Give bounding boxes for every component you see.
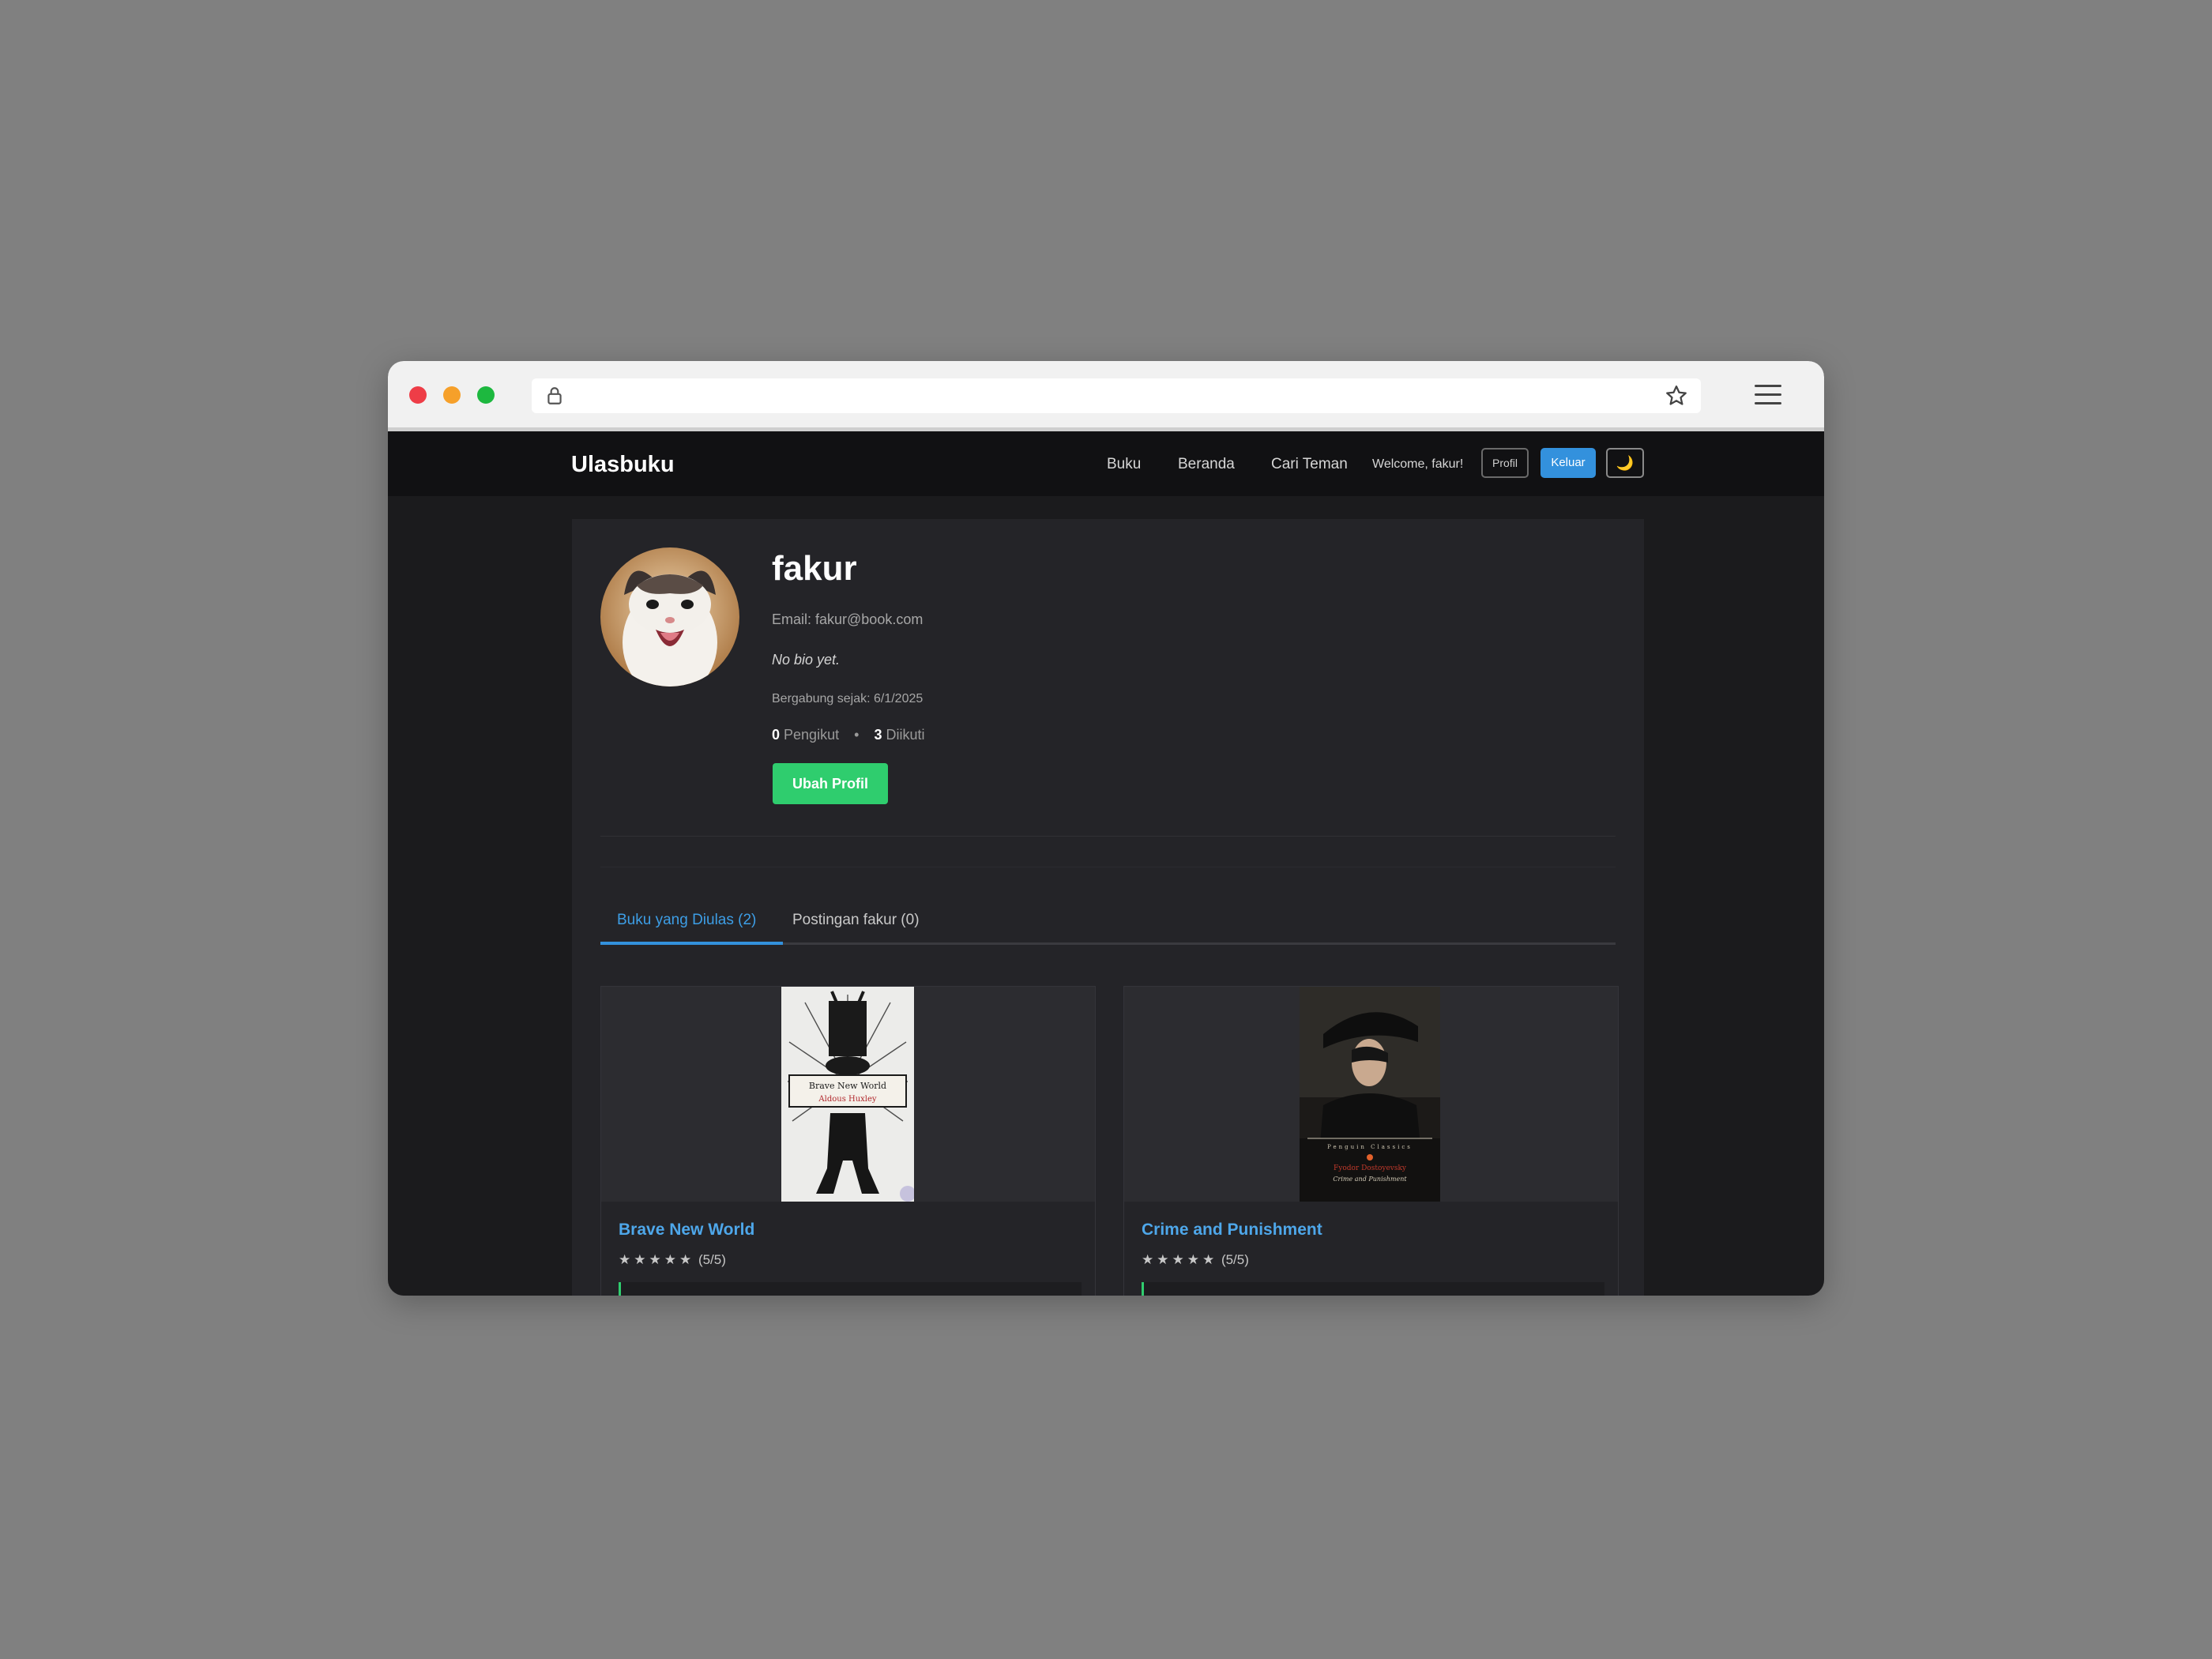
- maximize-window-button[interactable]: [477, 386, 495, 404]
- profile-joined-date: Bergabung sejak: 6/1/2025: [772, 692, 924, 705]
- top-navbar: Ulasbuku Buku Beranda Cari Teman Welcome…: [388, 431, 1824, 496]
- book-info: Crime and Punishment ★★★★★ (5/5): [1124, 1202, 1618, 1296]
- profile-bio: No bio yet.: [772, 652, 841, 668]
- star-rating-icon: ★★★★★: [619, 1252, 695, 1267]
- nav-link-cari-teman[interactable]: Cari Teman: [1271, 456, 1348, 473]
- followers-count[interactable]: 0: [772, 727, 780, 743]
- profil-button[interactable]: Profil: [1481, 448, 1529, 478]
- browser-chrome: [388, 361, 1824, 431]
- cover-title-text: Brave New World: [809, 1081, 886, 1091]
- nav-link-buku[interactable]: Buku: [1107, 456, 1141, 473]
- avatar: [600, 547, 739, 687]
- review-snippet: [1142, 1282, 1604, 1296]
- moon-icon: 🌙: [1616, 455, 1635, 471]
- review-snippet: [619, 1282, 1082, 1296]
- cover-publisher-text: Penguin Classics: [1327, 1144, 1413, 1150]
- address-bar[interactable]: [532, 378, 1701, 413]
- lock-icon: [547, 387, 562, 404]
- tab-reviewed-books[interactable]: Buku yang Diulas (2): [617, 912, 756, 929]
- book-card-brave-new-world[interactable]: Brave New World Aldous Huxley Brave New …: [600, 986, 1096, 1296]
- book-title[interactable]: Crime and Punishment: [1142, 1221, 1322, 1240]
- theme-toggle-button[interactable]: 🌙: [1606, 448, 1644, 478]
- hamburger-menu-icon[interactable]: [1755, 385, 1781, 405]
- tab-posts[interactable]: Postingan fakur (0): [792, 912, 920, 929]
- rating-text: (5/5): [1221, 1252, 1249, 1267]
- following-label[interactable]: Diikuti: [886, 727, 924, 743]
- bookmark-star-icon[interactable]: [1665, 384, 1688, 408]
- star-rating-icon: ★★★★★: [1142, 1252, 1218, 1267]
- profile-card: fakur Email: fakur@book.com No bio yet. …: [572, 519, 1644, 1296]
- brand-logo[interactable]: Ulasbuku: [571, 452, 675, 478]
- book-title[interactable]: Brave New World: [619, 1221, 754, 1240]
- nav-link-beranda[interactable]: Beranda: [1178, 456, 1235, 473]
- book-cover-image[interactable]: Brave New World Aldous Huxley: [781, 987, 914, 1202]
- following-count[interactable]: 3: [874, 727, 882, 743]
- close-window-button[interactable]: [409, 386, 427, 404]
- book-card-crime-and-punishment[interactable]: Penguin Classics Fyodor Dostoyevsky Crim…: [1123, 986, 1619, 1296]
- profile-email: Email: fakur@book.com: [772, 611, 924, 627]
- followers-label[interactable]: Pengikut: [784, 727, 839, 743]
- book-rating: ★★★★★ (5/5): [619, 1252, 726, 1268]
- profile-username: fakur: [772, 549, 857, 588]
- cover-title-text: Crime and Punishment: [1333, 1176, 1407, 1183]
- book-info: Brave New World ★★★★★ (5/5): [601, 1202, 1095, 1296]
- stats-separator: •: [854, 727, 860, 743]
- active-tab-indicator: [600, 942, 783, 945]
- minimize-window-button[interactable]: [443, 386, 461, 404]
- book-cover-image[interactable]: Penguin Classics Fyodor Dostoyevsky Crim…: [1300, 987, 1440, 1202]
- book-rating: ★★★★★ (5/5): [1142, 1252, 1249, 1268]
- logout-button[interactable]: Keluar: [1540, 448, 1596, 478]
- cover-author-text: Aldous Huxley: [818, 1095, 877, 1104]
- cat-avatar-image: [600, 547, 739, 687]
- browser-window: Ulasbuku Buku Beranda Cari Teman Welcome…: [388, 361, 1824, 1296]
- divider: [600, 836, 1616, 837]
- rating-text: (5/5): [698, 1252, 726, 1267]
- cover-author-text: Fyodor Dostoyevsky: [1334, 1164, 1407, 1172]
- edit-profile-button[interactable]: Ubah Profil: [773, 763, 888, 804]
- follow-stats: 0 Pengikut • 3 Diikuti: [772, 727, 924, 743]
- welcome-text: Welcome, fakur!: [1372, 457, 1464, 471]
- book-cover-area: Penguin Classics Fyodor Dostoyevsky Crim…: [1124, 987, 1618, 1202]
- book-cover-area: Brave New World Aldous Huxley: [601, 987, 1095, 1202]
